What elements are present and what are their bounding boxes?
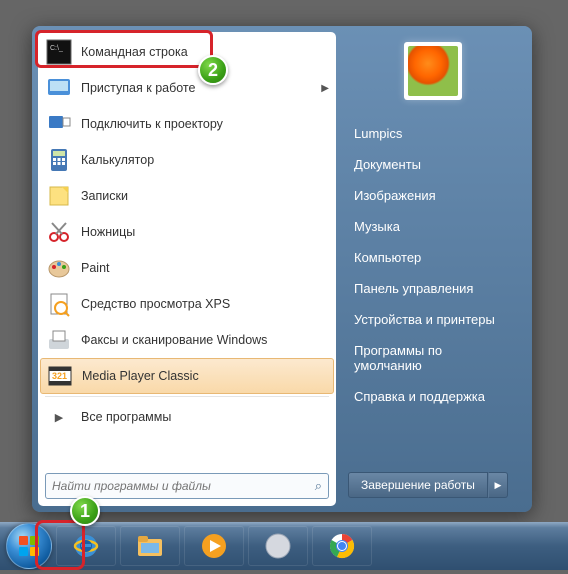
search-input[interactable] (52, 479, 315, 493)
fax-scan-icon (45, 326, 73, 354)
start-menu: C:\_ Командная строка Приступая к работе… (32, 26, 532, 512)
menu-item-cmd[interactable]: C:\_ Командная строка (40, 34, 334, 70)
menu-item-xps[interactable]: Средство просмотра XPS (40, 286, 334, 322)
taskbar-wmp[interactable] (184, 526, 244, 566)
right-item-help[interactable]: Справка и поддержка (348, 381, 518, 412)
start-menu-right-panel: Lumpics Документы Изображения Музыка Ком… (336, 32, 526, 506)
submenu-arrow-icon: ▶ (321, 83, 329, 94)
cmd-icon: C:\_ (45, 38, 73, 66)
menu-item-label: Приступая к работе (81, 81, 195, 95)
xps-viewer-icon (45, 290, 73, 318)
shutdown-group: Завершение работы ▶ (348, 472, 518, 498)
menu-item-sticky-notes[interactable]: Записки (40, 178, 334, 214)
menu-item-fax[interactable]: Факсы и сканирование Windows (40, 322, 334, 358)
svg-text:321: 321 (52, 371, 67, 381)
user-picture[interactable] (404, 42, 462, 100)
taskbar-chrome[interactable] (312, 526, 372, 566)
all-programs[interactable]: ▶ Все программы (40, 399, 334, 435)
taskbar-ie[interactable] (56, 526, 116, 566)
right-item-devices[interactable]: Устройства и принтеры (348, 304, 518, 335)
windows-logo-icon (15, 532, 43, 560)
right-item-documents[interactable]: Документы (348, 149, 518, 180)
annotation-badge-1: 1 (70, 496, 100, 526)
start-button[interactable] (6, 523, 52, 569)
globe-icon (263, 531, 293, 561)
projector-icon (45, 110, 73, 138)
start-menu-left-panel: C:\_ Командная строка Приступая к работе… (38, 32, 336, 506)
wmp-icon (199, 531, 229, 561)
menu-item-getting-started[interactable]: Приступая к работе ▶ (40, 70, 334, 106)
all-programs-arrow-icon: ▶ (45, 403, 73, 431)
annotation-badge-2: 2 (198, 55, 228, 85)
search-box[interactable]: ⌕ (45, 473, 329, 499)
search-icon: ⌕ (315, 478, 322, 494)
right-item-control-panel[interactable]: Панель управления (348, 273, 518, 304)
shutdown-button[interactable]: Завершение работы (348, 472, 488, 498)
mpc-icon: 321 (46, 362, 74, 390)
right-item-default-programs[interactable]: Программы по умолчанию (348, 335, 518, 381)
separator (45, 396, 329, 397)
menu-item-label: Командная строка (81, 45, 188, 59)
ie-icon (71, 531, 101, 561)
menu-item-calculator[interactable]: Калькулятор (40, 142, 334, 178)
taskbar-explorer[interactable] (120, 526, 180, 566)
menu-item-label: Средство просмотра XPS (81, 297, 230, 311)
shutdown-options-arrow[interactable]: ▶ (488, 472, 508, 498)
menu-item-label: Факсы и сканирование Windows (81, 333, 267, 347)
getting-started-icon (45, 74, 73, 102)
menu-item-paint[interactable]: Paint (40, 250, 334, 286)
all-programs-label: Все программы (81, 410, 171, 424)
chrome-icon (327, 531, 357, 561)
menu-item-label: Калькулятор (81, 153, 154, 167)
calculator-icon (45, 146, 73, 174)
menu-item-label: Подключить к проектору (81, 117, 223, 131)
sticky-notes-icon (45, 182, 73, 210)
right-item-computer[interactable]: Компьютер (348, 242, 518, 273)
folder-icon (135, 533, 165, 559)
taskbar-app[interactable] (248, 526, 308, 566)
menu-item-label: Записки (81, 189, 128, 203)
menu-item-projector[interactable]: Подключить к проектору (40, 106, 334, 142)
taskbar (0, 522, 568, 570)
menu-item-label: Media Player Classic (82, 369, 199, 383)
menu-item-label: Paint (81, 261, 110, 275)
menu-item-snipping[interactable]: Ножницы (40, 214, 334, 250)
paint-icon (45, 254, 73, 282)
menu-item-mpc[interactable]: 321 Media Player Classic (40, 358, 334, 394)
scissors-icon (45, 218, 73, 246)
svg-text:C:\_: C:\_ (50, 45, 63, 52)
right-item-music[interactable]: Музыка (348, 211, 518, 242)
right-item-user[interactable]: Lumpics (348, 118, 518, 149)
right-item-pictures[interactable]: Изображения (348, 180, 518, 211)
menu-item-label: Ножницы (81, 225, 135, 239)
